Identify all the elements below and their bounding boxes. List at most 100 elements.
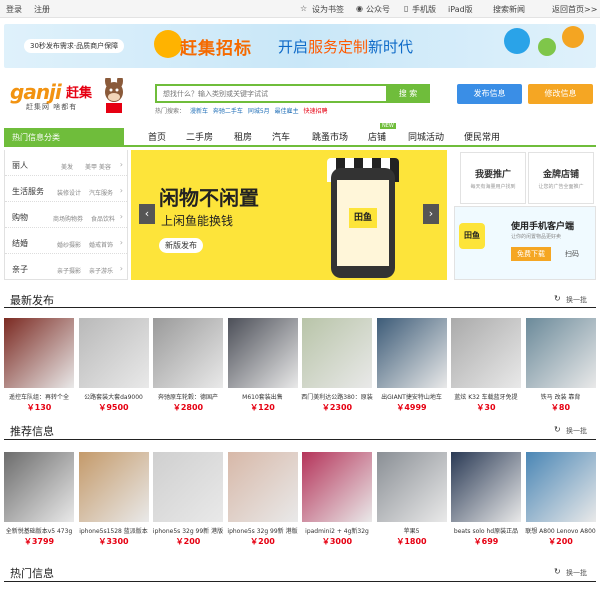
product-price: ￥200 xyxy=(250,537,275,546)
product-image[interactable] xyxy=(4,318,74,388)
product-name[interactable]: 西门美利达公路380：原装 xyxy=(300,392,374,401)
nav-flea-market[interactable]: 跳蚤市场 xyxy=(312,130,348,143)
hero-slider[interactable]: 闲物不闲置 上闲鱼能换钱 新版发布 田鱼 ‹ › xyxy=(131,150,447,280)
refresh-icon: ↻ xyxy=(554,567,561,576)
app-scan-link[interactable]: 扫码 xyxy=(565,249,579,259)
category-sub[interactable]: 装修设计 xyxy=(57,188,81,197)
bookmark-link[interactable]: 设为书签 xyxy=(312,4,344,15)
product-image[interactable] xyxy=(227,452,298,522)
product-image[interactable] xyxy=(302,452,372,522)
category-sub[interactable]: 商场购物券 xyxy=(53,214,83,223)
nav-common[interactable]: 便民常用 xyxy=(464,130,500,143)
product-name[interactable]: 遥控车队组：再转个全 xyxy=(2,392,76,401)
nav-home[interactable]: 首页 xyxy=(148,130,166,143)
category-life-service[interactable]: 生活服务 装修设计 汽车服务 › xyxy=(5,178,127,202)
gold-shop-desc: 让您的广告全面推广 xyxy=(538,184,584,190)
product-name[interactable]: 联想 A800 Lenovo A800 xyxy=(524,526,598,535)
product-image[interactable] xyxy=(4,452,74,522)
refresh-icon: ↻ xyxy=(554,294,561,303)
product-price: ￥200 xyxy=(548,537,573,546)
product-image[interactable] xyxy=(451,318,521,388)
hot-search-item[interactable]: 快速招聘 xyxy=(304,108,328,115)
edit-button[interactable]: 修改信息 xyxy=(528,84,593,104)
product-image[interactable] xyxy=(153,452,223,522)
site-logo[interactable]: ganji 赶集 赶集网 啥都有 xyxy=(10,78,130,116)
gold-shop-box[interactable]: 金牌店铺 让您的广告全面推广 xyxy=(528,152,594,204)
product-image[interactable] xyxy=(376,318,447,388)
promote-box[interactable]: 我要推广 每天有海量用户找到 xyxy=(460,152,526,204)
product-price: ￥2800 xyxy=(172,403,204,412)
recommend-divider xyxy=(4,439,596,440)
category-parenting[interactable]: 亲子 亲子摄影 亲子游乐 › xyxy=(5,256,127,280)
category-sub[interactable]: 食品饮料 xyxy=(91,214,115,223)
product-image[interactable] xyxy=(302,318,372,388)
logo-cn: 赶集 xyxy=(66,86,93,101)
category-beauty[interactable]: 丽人 美发 美甲 美容 › xyxy=(5,152,127,176)
nav-rent[interactable]: 租房 xyxy=(234,130,252,143)
search-input[interactable] xyxy=(157,86,385,101)
product-image[interactable] xyxy=(153,318,223,388)
category-sub[interactable]: 婚戒首饰 xyxy=(89,240,113,249)
product-image[interactable] xyxy=(376,452,447,522)
recommend-title: 推荐信息 xyxy=(10,425,54,438)
category-sub[interactable]: 亲子游乐 xyxy=(89,266,113,275)
login-link[interactable]: 登录 xyxy=(6,4,22,15)
nav-car[interactable]: 汽车 xyxy=(272,130,290,143)
product-image[interactable] xyxy=(227,318,298,388)
category-sub[interactable]: 亲子摄影 xyxy=(57,266,81,275)
register-link[interactable]: 注册 xyxy=(34,4,50,15)
slider-next-button[interactable]: › xyxy=(423,204,439,224)
product-name[interactable]: M610套装出售 xyxy=(226,392,300,401)
product-name[interactable]: iphone5s 32g 99新 港版 xyxy=(226,526,300,535)
search-news-link[interactable]: 搜索新闻 xyxy=(493,4,525,15)
slider-prev-button[interactable]: ‹ xyxy=(139,204,155,224)
app-download-button[interactable]: 免费下载 xyxy=(511,247,551,261)
hot-search-item[interactable]: 同城5月 xyxy=(248,108,270,115)
home-link[interactable]: 返回首页>> xyxy=(552,4,597,15)
product-name[interactable]: 奔驰原车轮毂：德国产 xyxy=(151,392,225,401)
nav-local-events[interactable]: 同城活动 xyxy=(408,130,444,143)
search-button[interactable]: 搜 索 xyxy=(386,84,430,103)
product-name[interactable]: 公路套装大套da9000 xyxy=(77,392,151,401)
phone-screen: 田鱼 xyxy=(337,180,389,266)
wechat-link[interactable]: 公众号 xyxy=(366,4,390,15)
ipad-link[interactable]: iPad版 xyxy=(448,4,473,15)
category-sub[interactable]: 汽车服务 xyxy=(89,188,113,197)
product-name[interactable]: ipadmini2 + 4g新32g xyxy=(300,526,374,535)
product-price: ￥30 xyxy=(476,403,496,412)
hot-search-item[interactable]: 奔驰二手车 xyxy=(213,108,243,115)
hot-search-item[interactable]: 漫新车 xyxy=(190,108,208,115)
hot-search-item[interactable]: 最佳雇主 xyxy=(275,108,299,115)
mobile-link[interactable]: 手机版 xyxy=(412,4,436,15)
product-name[interactable]: 蓝炫 K32 车载蓝牙免提 xyxy=(449,392,523,401)
nav-shops[interactable]: 店铺 xyxy=(368,130,386,143)
category-sub[interactable]: 美甲 美容 xyxy=(85,162,111,171)
refresh-icon: ↻ xyxy=(554,425,561,434)
product-image[interactable] xyxy=(451,452,521,522)
product-name[interactable]: iphone5s 32g 99新 港版 xyxy=(151,526,225,535)
category-wedding[interactable]: 结婚 婚纱摄影 婚戒首饰 › xyxy=(5,230,127,254)
app-download-box[interactable]: 田鱼 使用手机客户端 让你的闲置物品更好卖 免费下载 扫码 xyxy=(454,206,596,280)
product-name[interactable]: iphone5s1528 蓝派版本 xyxy=(77,526,151,535)
banner-text-a: 开启 xyxy=(278,38,309,56)
product-name[interactable]: 全新悦基础版本v5 473g xyxy=(2,526,76,535)
hot-info-change-button[interactable]: 换一批 xyxy=(566,568,587,578)
recommend-change-button[interactable]: 换一批 xyxy=(566,426,587,436)
promote-title: 我要推广 xyxy=(474,170,511,180)
product-name[interactable]: 铁马 改装 靠背 xyxy=(524,392,598,401)
top-banner[interactable]: 30秒发布需求·品质商户保障 赶集招标 开启服务定制新时代 xyxy=(4,24,596,68)
latest-change-button[interactable]: 换一批 xyxy=(566,295,587,305)
category-sub[interactable]: 婚纱摄影 xyxy=(57,240,81,249)
category-shopping[interactable]: 购物 商场购物券 食品饮料 › xyxy=(5,204,127,228)
publish-button[interactable]: 发布信息 xyxy=(457,84,522,104)
product-name[interactable]: 出GIANT捷安特山地车 xyxy=(375,392,449,401)
product-image[interactable] xyxy=(78,318,149,388)
product-name[interactable]: 苹果5 xyxy=(375,526,449,535)
product-name[interactable]: beats solo hd原装正品 xyxy=(449,526,523,535)
category-sub[interactable]: 美发 xyxy=(61,162,73,171)
app-desc: 让你的闲置物品更好卖 xyxy=(511,234,562,240)
nav-second-hand-house[interactable]: 二手房 xyxy=(186,130,213,143)
product-image[interactable] xyxy=(78,452,149,522)
product-image[interactable] xyxy=(525,452,596,522)
product-image[interactable] xyxy=(525,318,596,388)
